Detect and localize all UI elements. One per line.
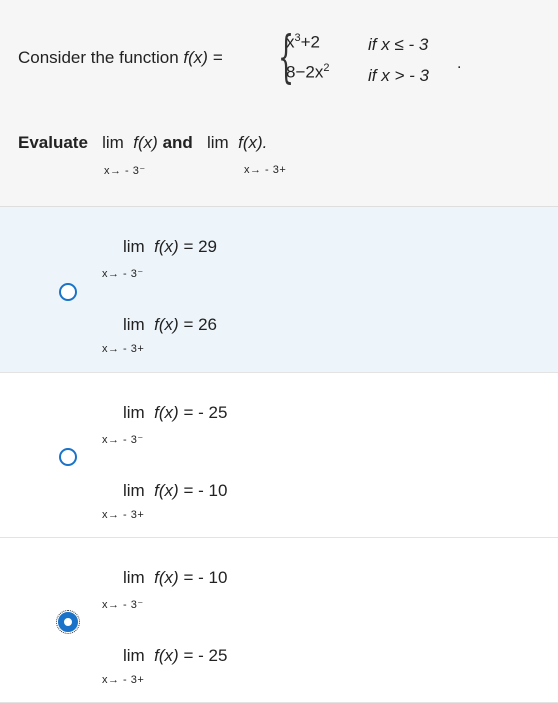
piece-1-expr: x xyxy=(286,32,295,52)
answer-option-3[interactable]: lim f(x) = - 10 x→ - 3⁻ lim f(x) = - 25 … xyxy=(0,538,558,703)
lim-2-word: lim xyxy=(206,133,229,152)
function-name: f(x) = xyxy=(183,48,223,67)
lim-1-subscript: x→ - 3⁻ xyxy=(104,165,146,177)
lim-2-fx: f(x). xyxy=(238,133,268,152)
option-1-line-2: lim f(x) = 26 xyxy=(123,315,217,335)
option-1-sub-1: x→ - 3⁻ xyxy=(102,268,144,280)
piece-2-exp: 2 xyxy=(323,62,330,74)
limit-value: = - 10 xyxy=(183,481,228,500)
lim-word: lim xyxy=(123,481,145,500)
piece-2-cond: if x > - 3 xyxy=(368,66,429,85)
limit-value: = 26 xyxy=(183,315,218,334)
function-fx: f(x) xyxy=(154,403,179,422)
function-fx: f(x) xyxy=(154,237,179,256)
option-3-line-2: lim f(x) = - 25 xyxy=(123,646,227,666)
limit-value: = - 25 xyxy=(183,646,228,665)
lim-word: lim xyxy=(123,315,145,334)
function-fx: f(x) xyxy=(154,315,179,334)
option-2-line-1: lim f(x) = - 25 xyxy=(123,403,227,423)
piece-1: x3+2 xyxy=(286,32,320,53)
question-period: . xyxy=(457,55,462,72)
option-3-sub-2: x→ - 3+ xyxy=(102,674,145,686)
lim-1-fx: f(x) xyxy=(133,133,158,152)
function-fx: f(x) xyxy=(154,646,179,665)
evaluate-word: Evaluate xyxy=(18,133,88,152)
option-1-line-1: lim f(x) = 29 xyxy=(123,237,217,257)
option-2-line-2: lim f(x) = - 10 xyxy=(123,481,227,501)
function-fx: f(x) xyxy=(154,568,179,587)
piece-1-condition: if x ≤ - 3 xyxy=(368,35,428,55)
piece-2-expr: 8−2x xyxy=(286,62,324,82)
lim-word: lim xyxy=(123,403,145,422)
lim-word: lim xyxy=(123,568,145,587)
option-2-radio[interactable] xyxy=(59,448,77,466)
piece-1-rest: +2 xyxy=(300,32,321,52)
function-fx: f(x) xyxy=(154,481,179,500)
lim-word: lim xyxy=(123,237,145,256)
lim-word: lim xyxy=(123,646,145,665)
lim-2-subscript: x→ - 3+ xyxy=(244,164,287,176)
evaluate-line: Evaluate lim f(x) and lim f(x). xyxy=(18,133,267,153)
option-3-line-1: lim f(x) = - 10 xyxy=(123,568,227,588)
question-intro-text: Consider the function xyxy=(18,48,179,67)
piece-2: 8−2x2 xyxy=(286,62,329,83)
piece-2-condition: if x > - 3 xyxy=(368,66,429,86)
answer-option-1[interactable]: lim f(x) = 29 x→ - 3⁻ lim f(x) = 26 x→ -… xyxy=(0,207,558,373)
option-2-sub-1: x→ - 3⁻ xyxy=(102,434,144,446)
limit-value: = - 25 xyxy=(183,403,228,422)
lim-1-word: lim xyxy=(102,133,124,152)
question-panel: Consider the function f(x) = { x3+2 if x… xyxy=(0,0,558,207)
option-3-sub-1: x→ - 3⁻ xyxy=(102,599,144,611)
limit-value: = - 10 xyxy=(183,568,228,587)
option-3-radio-selected[interactable] xyxy=(56,610,80,634)
and-word: and xyxy=(162,133,193,152)
limit-value: = 29 xyxy=(183,237,218,256)
option-1-sub-2: x→ - 3+ xyxy=(102,343,145,355)
piece-1-cond: if x ≤ - 3 xyxy=(368,35,429,54)
option-1-radio[interactable] xyxy=(59,283,77,301)
answer-option-2[interactable]: lim f(x) = - 25 x→ - 3⁻ lim f(x) = - 10 … xyxy=(0,373,558,538)
option-2-sub-2: x→ - 3+ xyxy=(102,509,145,521)
question-intro: Consider the function f(x) = xyxy=(18,48,223,68)
